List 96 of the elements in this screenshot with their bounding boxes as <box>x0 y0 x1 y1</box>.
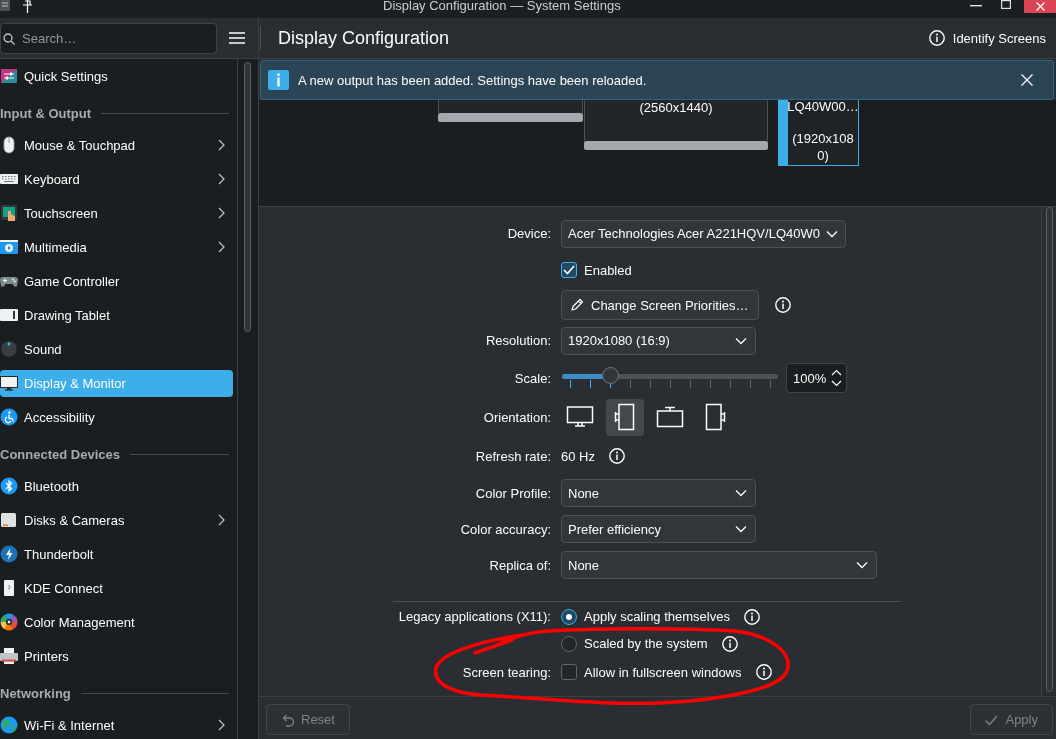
checkbox[interactable] <box>561 664 577 680</box>
field-label: Resolution: <box>485 333 551 348</box>
section-heading: Networking <box>0 685 71 701</box>
field-label: Refresh rate: <box>475 448 551 464</box>
search-field[interactable]: Search… <box>0 22 217 54</box>
info-icon[interactable] <box>743 608 760 625</box>
bluetooth-icon <box>0 477 18 495</box>
globe-icon <box>0 716 18 734</box>
sidebar-item[interactable]: Keyboard <box>0 165 233 193</box>
close-icon <box>1035 2 1045 11</box>
field-label: Screen tearing: <box>462 664 551 680</box>
search-icon <box>3 32 15 45</box>
page-title: Display Configuration <box>278 27 451 49</box>
field-label: Device: <box>507 226 551 241</box>
sidebar-item[interactable]: KDE Connect <box>0 574 233 602</box>
info-icon[interactable] <box>755 664 772 680</box>
radio-button[interactable] <box>561 635 577 652</box>
wheelchair-icon <box>0 408 18 426</box>
sidebar-item[interactable]: Printers <box>0 642 233 670</box>
info-icon[interactable] <box>608 448 625 464</box>
chevron-down-icon <box>856 561 868 569</box>
sidebar-item[interactable]: Quick Settings <box>0 62 233 90</box>
chevron-down-icon <box>825 229 838 238</box>
radio-label: Scaled by the system <box>584 636 708 651</box>
screen-edge-bar <box>778 100 788 166</box>
sidebar-item[interactable]: Sound <box>0 335 233 363</box>
monitor-icon <box>0 374 18 392</box>
info-icon <box>268 70 289 90</box>
section-heading: Connected Devices <box>0 446 120 462</box>
pin-icon[interactable] <box>22 0 33 14</box>
checkbox[interactable] <box>561 262 577 278</box>
field-label: Scale: <box>514 370 551 386</box>
sidebar-item[interactable]: Drawing Tablet <box>0 301 233 329</box>
printer-icon <box>0 647 18 665</box>
spin-arrows-icon <box>831 368 842 388</box>
close-icon[interactable] <box>1021 74 1033 86</box>
dropdown[interactable]: Prefer efficiency <box>561 515 756 543</box>
identify-screens-button[interactable]: Identify Screens <box>922 26 1052 50</box>
field-label: Legacy applications (X11): <box>398 608 551 626</box>
sidebar-item[interactable]: Bluetooth <box>0 472 233 500</box>
window-title: Display Configuration — System Settings <box>383 0 621 15</box>
checkbox-label: Enabled <box>584 262 632 278</box>
menu-icon[interactable] <box>229 32 245 44</box>
drive-icon <box>0 511 18 529</box>
maximize-icon[interactable] <box>1001 0 1011 9</box>
dropdown[interactable]: None <box>561 551 877 579</box>
sidebar-item[interactable]: Touchscreen <box>0 199 233 227</box>
pencil-icon <box>570 298 584 312</box>
info-icon[interactable] <box>721 635 738 652</box>
info-icon <box>928 30 945 46</box>
media-player-icon <box>0 238 18 256</box>
radio-button[interactable] <box>561 608 577 625</box>
chevron-down-icon <box>735 525 747 533</box>
radio-label: Apply scaling themselves <box>584 609 730 624</box>
screen-tile[interactable]: LQ40W00… (1920x1080) <box>778 100 859 166</box>
sidebar-item[interactable]: Accessibility <box>0 403 233 431</box>
field-label: Color accuracy: <box>460 521 551 537</box>
sliders-icon <box>0 67 18 85</box>
sidebar-item[interactable]: Color Management <box>0 608 233 636</box>
orientation-button[interactable] <box>606 398 644 436</box>
field-label: Replica of: <box>489 557 551 573</box>
dropdown[interactable]: None <box>561 479 756 507</box>
app-icon <box>0 0 10 11</box>
sidebar-item[interactable]: Wi-Fi & Internet <box>0 711 233 739</box>
chevron-down-icon <box>735 489 747 497</box>
scale-spinbox[interactable]: 100% <box>786 363 847 393</box>
notification-message: A new output has been added. Settings have been reloaded. <box>298 72 648 88</box>
field-label: Orientation: <box>483 409 551 425</box>
change-priorities-button[interactable]: Change Screen Priorities… <box>561 290 759 320</box>
screen-resolution: (1920x1080) <box>791 130 855 164</box>
minimize-icon[interactable] <box>970 5 982 7</box>
scrollbar-thumb[interactable] <box>1046 207 1053 692</box>
sidebar-item[interactable]: Disks & Cameras <box>0 506 233 534</box>
screen-tile[interactable] <box>438 100 583 122</box>
sidebar-item[interactable]: Game Controller <box>0 267 233 295</box>
field-value: 60 Hz <box>561 448 595 464</box>
slider-thumb[interactable] <box>602 367 619 384</box>
field-label: Color Profile: <box>475 485 551 501</box>
info-icon[interactable] <box>774 297 791 313</box>
lightning-bolt-icon <box>0 545 18 563</box>
sidebar-item[interactable]: Thunderbolt <box>0 540 233 568</box>
mouse-icon <box>0 136 18 154</box>
dropdown[interactable]: Acer Technologies Acer A221HQV/LQ40W0 <box>561 219 846 248</box>
screen-name: LQ40W00… <box>787 100 859 114</box>
checkbox-label: Allow in fullscreen windows <box>584 664 742 680</box>
screen-tile[interactable]: (2560x1440) <box>584 100 768 150</box>
section-heading: Input & Output <box>0 105 91 121</box>
sidebar-item[interactable]: Mouse & Touchpad <box>0 131 233 159</box>
sidebar-item[interactable]: Multimedia <box>0 233 233 261</box>
undo-icon <box>280 712 294 727</box>
close-button[interactable] <box>1024 0 1056 13</box>
dropdown[interactable]: 1920x1080 (16:9) <box>561 326 756 355</box>
scrollbar-thumb[interactable] <box>244 62 251 332</box>
screen-resolution: (2560x1440) <box>639 100 713 116</box>
chevron-down-icon <box>735 336 747 345</box>
slider-track[interactable] <box>562 367 778 389</box>
